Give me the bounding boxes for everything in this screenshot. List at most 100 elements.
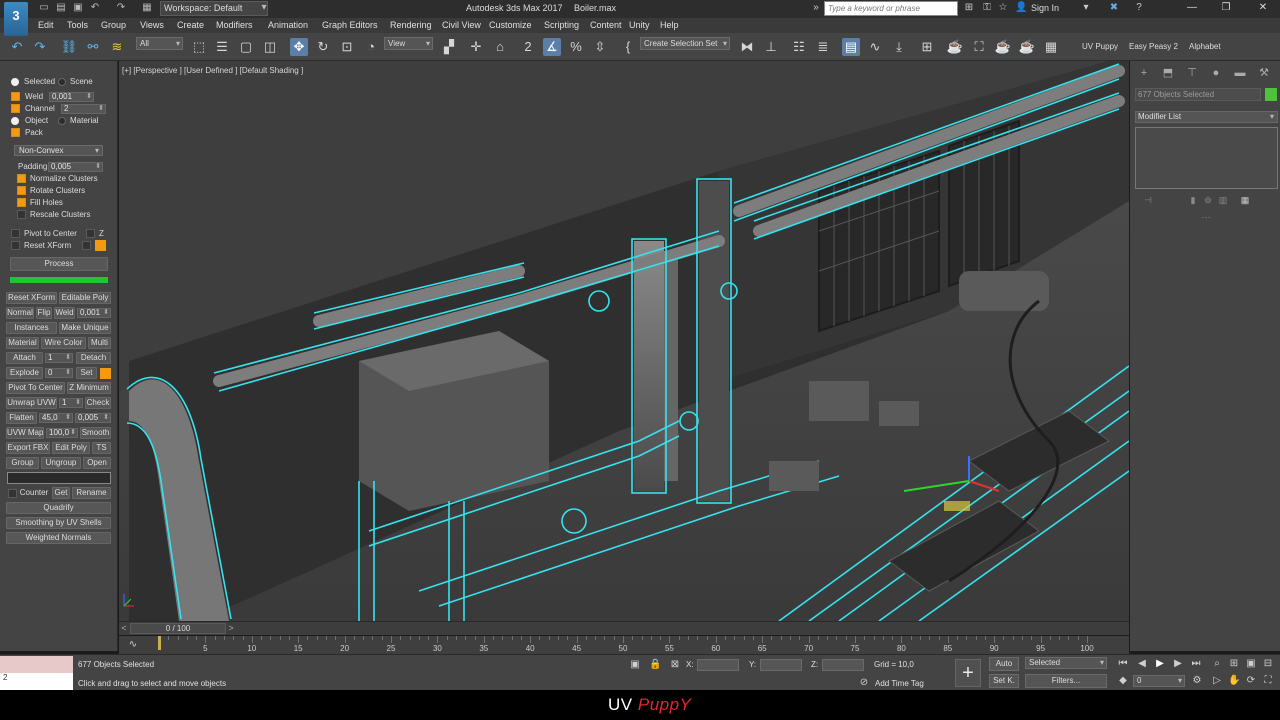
rename-button[interactable]: Rename <box>72 487 111 499</box>
scene-explorer-icon[interactable]: ☷ <box>790 38 808 56</box>
ungroup-button[interactable]: Ungroup <box>41 457 81 469</box>
reference-coord-dropdown[interactable]: View <box>384 37 433 50</box>
key-filter-dropdown[interactable]: Selected <box>1025 657 1107 669</box>
material-editor-icon[interactable]: ⊞ <box>918 38 936 56</box>
hierarchy-tab-icon[interactable]: ⊤ <box>1185 66 1199 80</box>
pin-stack-icon[interactable]: ⊣ <box>1142 194 1154 206</box>
menu-group[interactable]: Group <box>101 20 126 30</box>
resize-grip-icon[interactable]: ⋯ <box>1200 211 1212 223</box>
motion-tab-icon[interactable]: ● <box>1209 66 1223 80</box>
auto-key-button[interactable]: Auto <box>989 657 1019 671</box>
menu-civil-view[interactable]: Civil View <box>442 20 481 30</box>
placement-icon[interactable]: ◔ <box>362 38 380 56</box>
add-key-icon[interactable]: + <box>955 659 981 687</box>
field-of-view-icon[interactable]: ▷ <box>1211 675 1223 687</box>
menu-customize[interactable]: Customize <box>489 20 532 30</box>
counter-checkbox[interactable] <box>8 489 17 498</box>
weld-button[interactable]: Weld <box>54 307 75 319</box>
select-object-icon[interactable]: ⬚ <box>190 38 208 56</box>
save-icon[interactable]: ▣ <box>72 2 84 14</box>
selected-radio[interactable] <box>11 78 19 86</box>
attach-button[interactable]: Attach <box>6 352 43 364</box>
ribbon-toggle-icon[interactable]: ▤ <box>842 38 860 56</box>
bind-space-warp-icon[interactable]: ≋ <box>108 38 126 56</box>
align-icon[interactable]: ⊥ <box>762 38 780 56</box>
object-radio[interactable] <box>11 117 19 125</box>
project-icon[interactable]: ▦ <box>141 2 153 14</box>
pan-icon[interactable]: ✋ <box>1228 675 1240 687</box>
utilities-tab-icon[interactable]: ⚒ <box>1257 66 1271 80</box>
window-crossing-icon[interactable]: ◫ <box>261 38 279 56</box>
orbit-icon[interactable]: ⟳ <box>1245 675 1257 687</box>
chevron-down-icon[interactable]: ▾ <box>1080 2 1092 14</box>
collapse-icon[interactable]: » <box>810 2 822 14</box>
menu-views[interactable]: Views <box>140 20 164 30</box>
open-file-icon[interactable]: ▤ <box>55 2 67 14</box>
plugin-easy-peasy[interactable]: Easy Peasy 2 <box>1129 42 1178 51</box>
rotate-icon[interactable]: ↻ <box>314 38 332 56</box>
link-icon[interactable]: ⛓ <box>60 38 78 56</box>
redo-icon[interactable]: ↷ <box>115 2 127 14</box>
modifier-stack[interactable] <box>1135 127 1278 189</box>
set-button[interactable]: Set <box>76 367 97 379</box>
modify-tab-icon[interactable]: ⬒ <box>1161 66 1175 80</box>
zoom-icon[interactable]: ⌕ <box>1211 658 1223 670</box>
pack-checkbox[interactable] <box>11 128 20 137</box>
render-grid-icon[interactable]: ▦ <box>1042 38 1060 56</box>
instances-button[interactable]: Instances <box>6 322 57 334</box>
time-config-icon[interactable]: ⚙ <box>1191 675 1203 687</box>
attach-spinner[interactable]: 1 <box>45 353 73 363</box>
viewport-label[interactable]: [+] [Perspective ] [User Defined ] [Defa… <box>122 66 303 75</box>
channel-spinner[interactable]: 2 <box>61 104 106 114</box>
maxscript-listener-input[interactable]: 2 <box>0 673 73 690</box>
fill-holes-checkbox[interactable] <box>17 198 26 207</box>
absolute-mode-icon[interactable]: ⊠ <box>669 659 681 671</box>
next-frame-icon[interactable]: ▶ <box>1172 658 1184 670</box>
object-color-swatch[interactable] <box>1265 88 1277 101</box>
export-fbx-button[interactable]: Export FBX <box>6 442 50 454</box>
pack-mode-dropdown[interactable]: Non-Convex <box>14 145 103 156</box>
new-file-icon[interactable]: ▭ <box>38 2 50 14</box>
object-name-field[interactable]: 677 Objects Selected <box>1135 88 1261 101</box>
pivot-to-center-button[interactable]: Pivot To Center <box>6 382 65 394</box>
star-icon[interactable]: ☆ <box>997 2 1009 14</box>
ts-button[interactable]: TS <box>92 442 111 454</box>
zoom-all-icon[interactable]: ⊞ <box>1228 658 1240 670</box>
redo-icon[interactable]: ↷ <box>31 38 49 56</box>
menu-content[interactable]: Content <box>590 20 622 30</box>
search-input[interactable]: Type a keyword or phrase <box>824 1 958 16</box>
make-unique-icon[interactable]: ⊚ <box>1202 194 1214 206</box>
minimize-icon[interactable]: — <box>1185 2 1199 13</box>
group-button[interactable]: Group <box>6 457 39 469</box>
explode-button[interactable]: Explode <box>6 367 43 379</box>
weld-checkbox[interactable] <box>11 92 20 101</box>
zoom-extents-icon[interactable]: ▣ <box>1245 658 1257 670</box>
menu-rendering[interactable]: Rendering <box>390 20 432 30</box>
angle-snap-icon[interactable]: ∡ <box>543 38 561 56</box>
weld-threshold-spinner[interactable]: 0,001 <box>77 308 111 318</box>
unlink-icon[interactable]: ⚯ <box>84 38 102 56</box>
quadrify-button[interactable]: Quadrify <box>6 502 111 514</box>
schematic-view-icon[interactable]: ⤓ <box>890 38 908 56</box>
configure-sets-icon[interactable]: ▦ <box>1239 194 1251 206</box>
edit-named-selection-icon[interactable]: { <box>619 38 637 56</box>
flatten-spacing-spinner[interactable]: 0,005 <box>75 413 111 423</box>
flip-button[interactable]: Flip <box>36 307 52 319</box>
menu-modifiers[interactable]: Modifiers <box>216 20 253 30</box>
material-radio[interactable] <box>58 117 66 125</box>
help-icon[interactable]: ? <box>1133 2 1145 14</box>
flatten-angle-spinner[interactable]: 45,0 <box>39 413 73 423</box>
curve-editor-mini-icon[interactable]: ∿ <box>127 639 139 651</box>
go-to-end-icon[interactable]: ⏭ <box>1190 658 1202 670</box>
reset-xform-button[interactable]: Reset XForm <box>6 292 57 304</box>
normal-button[interactable]: Normal <box>6 307 34 319</box>
menu-unity[interactable]: Unity <box>629 20 650 30</box>
binoculars-icon[interactable]: ⊞ <box>963 2 975 14</box>
flatten-button[interactable]: Flatten <box>6 412 37 424</box>
smooth-button[interactable]: Smooth <box>80 427 111 439</box>
isolate-selection-icon[interactable]: ▣ <box>629 659 641 671</box>
menu-graph-editors[interactable]: Graph Editors <box>322 20 378 30</box>
select-manipulate-icon[interactable]: ✛ <box>467 38 485 56</box>
menu-tools[interactable]: Tools <box>67 20 88 30</box>
z-checkbox[interactable] <box>86 229 95 238</box>
